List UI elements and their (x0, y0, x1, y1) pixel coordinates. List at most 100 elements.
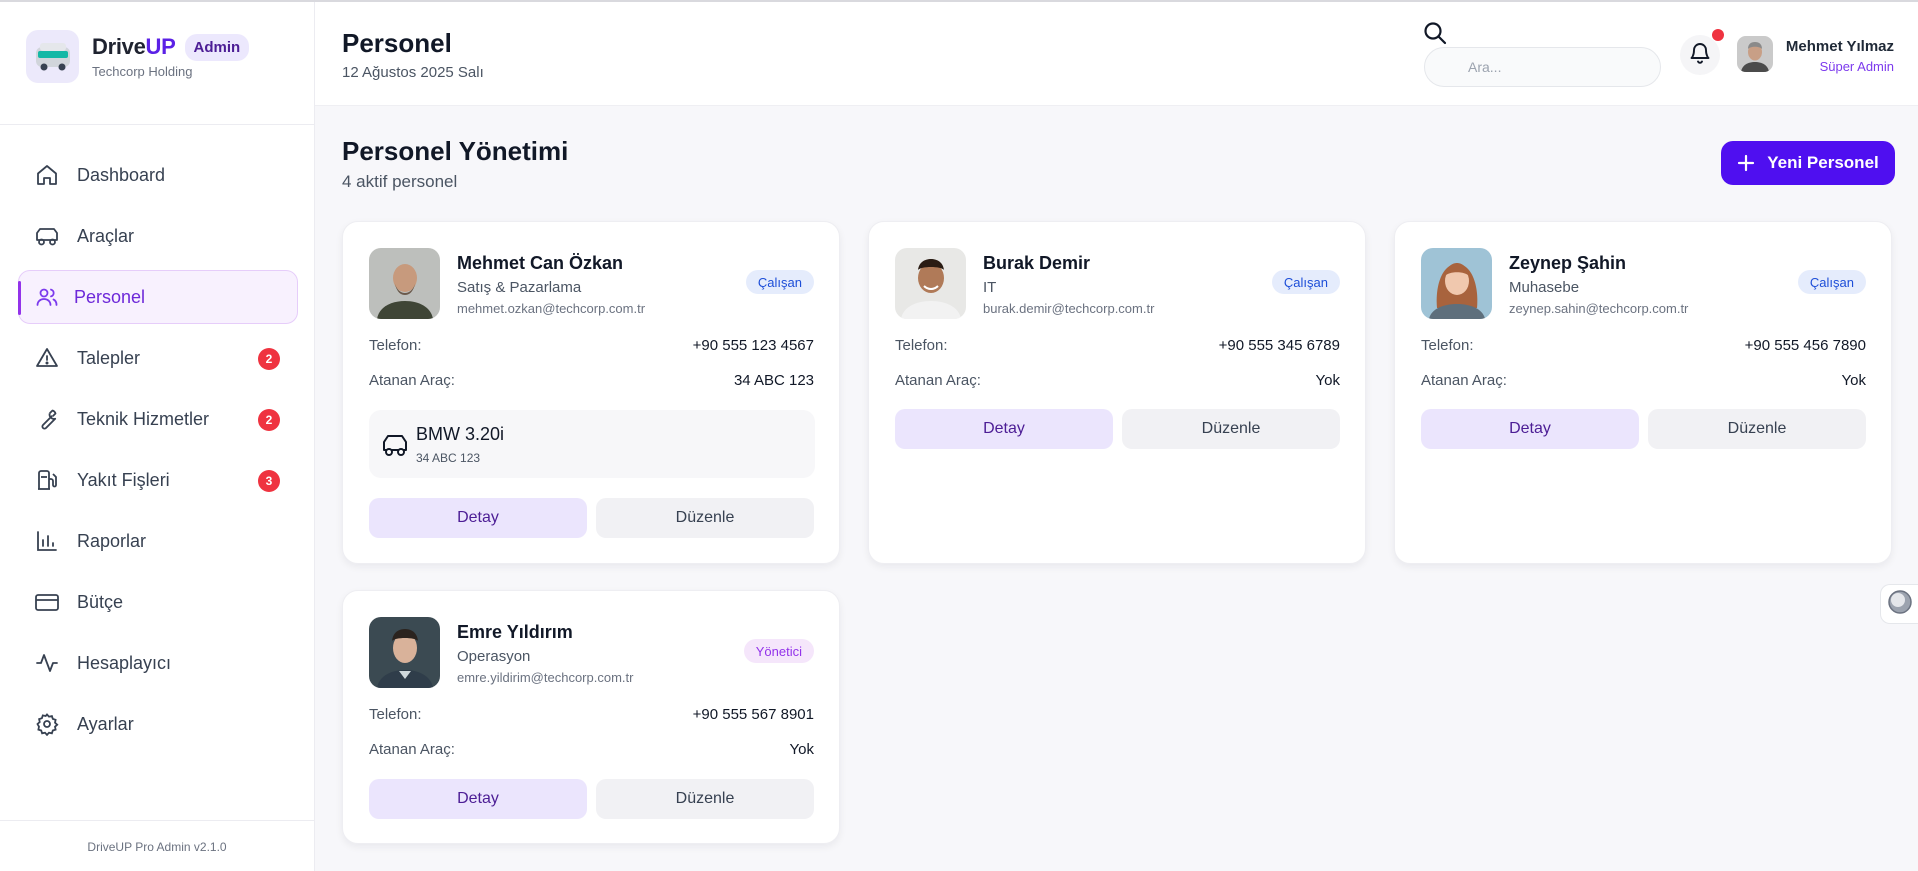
wrench-icon (34, 406, 60, 432)
phone-label: Telefon: (895, 337, 948, 354)
edit-button[interactable]: Düzenle (1648, 409, 1866, 449)
role-badge: Çalışan (1271, 270, 1340, 294)
personnel-department: IT (983, 279, 997, 296)
notifications-button[interactable] (1680, 35, 1720, 75)
user-role: Süper Admin (1819, 59, 1894, 74)
divider (0, 124, 314, 125)
sidebar-item-label: Araçlar (77, 225, 135, 246)
section-subtitle: 4 aktif personel (342, 172, 458, 191)
vehicle-label: Atanan Araç: (369, 741, 455, 758)
sidebar-item-yakit-fisleri[interactable]: Yakıt Fişleri 3 (18, 453, 298, 507)
company-name: Techcorp Holding (92, 63, 193, 79)
side-panel-handle[interactable] (1880, 584, 1918, 624)
personnel-photo (369, 617, 440, 688)
count-badge: 3 (258, 470, 280, 492)
new-personnel-label: Yeni Personel (1767, 153, 1879, 172)
page-date: 12 Ağustos 2025 Salı (342, 64, 484, 81)
notification-dot (1712, 29, 1724, 41)
sidebar-item-teknik-hizmetler[interactable]: Teknik Hizmetler 2 (18, 392, 298, 446)
sidebar-item-label: Personel (74, 286, 146, 307)
count-badge: 2 (258, 348, 280, 370)
vehicle-value: Yok (789, 741, 814, 758)
new-personnel-button[interactable]: Yeni Personel (1721, 141, 1895, 185)
admin-badge: Admin (184, 33, 250, 61)
personnel-card: Emre Yıldırım Operasyon emre.yildirim@te… (342, 590, 840, 844)
personnel-card: Burak Demir IT burak.demir@techcorp.com.… (868, 221, 1366, 564)
fuel-icon (34, 467, 60, 493)
sidebar-item-label: Bütçe (77, 591, 124, 612)
edit-button[interactable]: Düzenle (596, 498, 814, 538)
car-icon (381, 432, 409, 458)
vehicle-plate: 34 ABC 123 (416, 451, 481, 465)
sidebar-item-label: Teknik Hizmetler (77, 408, 210, 429)
sidebar-item-label: Ayarlar (77, 713, 134, 734)
vehicle-value: 34 ABC 123 (733, 372, 814, 389)
search-icon[interactable] (1422, 20, 1448, 46)
sidebar-item-label: Raporlar (77, 530, 147, 551)
role-badge: Çalışan (745, 270, 814, 294)
brand-name: DriveUP (92, 34, 176, 59)
personnel-photo (1421, 248, 1492, 319)
bell-icon (1688, 41, 1712, 70)
sidebar-item-talepler[interactable]: Talepler 2 (18, 331, 298, 385)
count-badge: 2 (258, 409, 280, 431)
role-badge: Çalışan (1797, 270, 1866, 294)
personnel-email: mehmet.ozkan@techcorp.com.tr (457, 301, 646, 316)
sidebar-item-raporlar[interactable]: Raporlar (18, 514, 298, 568)
edit-button[interactable]: Düzenle (596, 779, 814, 819)
users-icon (34, 284, 60, 310)
user-name: Mehmet Yılmaz (1785, 38, 1894, 55)
brand-logo (26, 29, 79, 83)
sidebar-item-ayarlar[interactable]: Ayarlar (18, 697, 298, 751)
vehicle-label: Atanan Araç: (369, 372, 455, 389)
phone-label: Telefon: (369, 706, 422, 723)
detail-button[interactable]: Detay (369, 498, 587, 538)
plus-icon (1737, 154, 1755, 172)
personnel-photo (895, 248, 966, 319)
car-icon (34, 223, 60, 249)
top-header: Personel 12 Ağustos 2025 Salı Mehmet Yıl… (315, 2, 1918, 106)
gear-icon (34, 711, 60, 737)
personnel-name: Zeynep Şahin (1509, 253, 1627, 273)
avatar[interactable] (1737, 36, 1773, 72)
credit-card-icon (34, 589, 60, 615)
phone-label: Telefon: (1421, 337, 1474, 354)
sidebar-item-dashboard[interactable]: Dashboard (18, 148, 298, 202)
detail-button[interactable]: Detay (1421, 409, 1639, 449)
vehicle-value: Yok (1315, 372, 1340, 389)
detail-button[interactable]: Detay (369, 779, 587, 819)
vehicle-label: Atanan Araç: (895, 372, 981, 389)
sidebar-item-araclar[interactable]: Araçlar (18, 209, 298, 263)
sidebar-item-personel[interactable]: Personel (18, 270, 298, 324)
phone-value: +90 555 123 4567 (692, 337, 814, 354)
sidebar-item-butce[interactable]: Bütçe (18, 575, 298, 629)
edit-button[interactable]: Düzenle (1122, 409, 1340, 449)
vehicle-value: Yok (1841, 372, 1866, 389)
personnel-email: zeynep.sahin@techcorp.com.tr (1509, 301, 1689, 316)
assigned-vehicle-box[interactable]: BMW 3.20i 34 ABC 123 (369, 410, 815, 478)
sidebar-nav: Dashboard Araçlar Personel Talepler 2 Te… (18, 148, 298, 758)
phone-value: +90 555 567 8901 (692, 706, 814, 723)
app-version: DriveUP Pro Admin v2.1.0 (87, 840, 227, 854)
sidebar: DriveUP Admin Techcorp Holding Dashboard… (0, 2, 315, 871)
assistant-orb-icon (1887, 589, 1913, 620)
personnel-card: Mehmet Can Özkan Satış & Pazarlama mehme… (342, 221, 840, 564)
brand[interactable]: DriveUP Admin Techcorp Holding (26, 28, 250, 84)
car-logo-icon (35, 43, 70, 71)
divider (0, 820, 314, 821)
personnel-department: Satış & Pazarlama (457, 279, 582, 296)
role-badge: Yönetici (743, 639, 814, 663)
sidebar-item-label: Talepler (77, 347, 141, 368)
detail-button[interactable]: Detay (895, 409, 1113, 449)
personnel-department: Muhasebe (1509, 279, 1580, 296)
section-title: Personel Yönetimi (342, 136, 569, 166)
personnel-name: Mehmet Can Özkan (457, 253, 624, 273)
activity-icon (34, 650, 60, 676)
sidebar-item-hesaplayici[interactable]: Hesaplayıcı (18, 636, 298, 690)
vehicle-label: Atanan Araç: (1421, 372, 1507, 389)
personnel-email: burak.demir@techcorp.com.tr (983, 301, 1155, 316)
sidebar-item-label: Hesaplayıcı (77, 652, 172, 673)
page-title: Personel (342, 28, 452, 58)
search-input[interactable] (1424, 47, 1661, 87)
home-icon (34, 162, 60, 188)
